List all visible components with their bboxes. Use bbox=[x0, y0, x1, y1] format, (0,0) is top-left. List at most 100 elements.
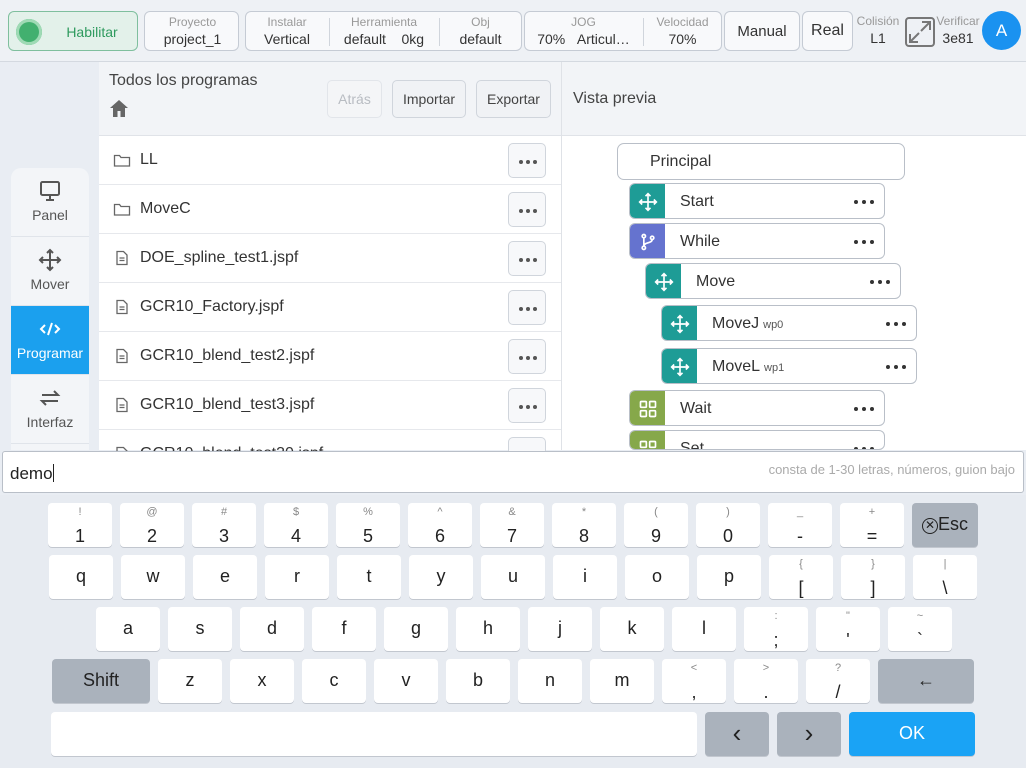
key-4[interactable]: $4 bbox=[264, 503, 328, 547]
key-v[interactable]: v bbox=[374, 659, 438, 703]
key-y[interactable]: y bbox=[409, 555, 473, 599]
key-=[interactable]: + = bbox=[840, 503, 904, 547]
verify-code[interactable]: Verificar 3e81 bbox=[932, 14, 984, 47]
sidebar-item-move[interactable]: Mover bbox=[11, 237, 89, 306]
more-options-button[interactable] bbox=[508, 339, 546, 374]
program-node[interactable]: MoveL wp1 bbox=[661, 348, 917, 384]
file-row[interactable]: GCR10_Factory.jspf bbox=[99, 283, 561, 332]
program-node[interactable]: Start bbox=[629, 183, 885, 219]
key-r[interactable]: r bbox=[265, 555, 329, 599]
sidebar-item-panel[interactable]: Panel bbox=[11, 168, 89, 237]
key-d[interactable]: d bbox=[240, 607, 304, 651]
key-\[interactable]: | \ bbox=[913, 555, 977, 599]
collision-level[interactable]: Colisión L1 bbox=[852, 14, 904, 47]
key-;[interactable]: :; bbox=[744, 607, 808, 651]
more-options-button[interactable] bbox=[508, 388, 546, 423]
program-node[interactable]: Move bbox=[645, 263, 901, 299]
key-b[interactable]: b bbox=[446, 659, 510, 703]
key-c[interactable]: c bbox=[302, 659, 366, 703]
more-icon[interactable] bbox=[854, 447, 874, 449]
key-e[interactable]: e bbox=[193, 555, 257, 599]
key-`[interactable]: ~ ` bbox=[888, 607, 952, 651]
key-f[interactable]: f bbox=[312, 607, 376, 651]
more-options-button[interactable] bbox=[508, 290, 546, 325]
key-u[interactable]: u bbox=[481, 555, 545, 599]
import-button[interactable]: Importar bbox=[392, 80, 466, 118]
ok-button[interactable]: OK bbox=[849, 712, 975, 756]
name-input[interactable]: demo consta de 1-30 letras, números, gui… bbox=[2, 451, 1024, 493]
file-row[interactable]: GCR10_blend_test2.jspf bbox=[99, 332, 561, 381]
real-mode-button[interactable]: Real bbox=[802, 11, 853, 51]
key-o[interactable]: o bbox=[625, 555, 689, 599]
key-h[interactable]: h bbox=[456, 607, 520, 651]
key-z[interactable]: z bbox=[158, 659, 222, 703]
key-g[interactable]: g bbox=[384, 607, 448, 651]
key-q[interactable]: q bbox=[49, 555, 113, 599]
key-x[interactable]: x bbox=[230, 659, 294, 703]
shift-key[interactable]: Shift bbox=[52, 659, 150, 703]
key-7[interactable]: & 7 bbox=[480, 503, 544, 547]
key-6[interactable]: ^ 6 bbox=[408, 503, 472, 547]
back-button[interactable]: Atrás bbox=[327, 80, 382, 118]
key-i[interactable]: i bbox=[553, 555, 617, 599]
more-icon[interactable] bbox=[886, 322, 906, 326]
key-/[interactable]: ? / bbox=[806, 659, 870, 703]
esc-key[interactable]: ✕ Esc bbox=[912, 503, 978, 547]
more-icon[interactable] bbox=[854, 200, 874, 204]
program-node[interactable]: While bbox=[629, 223, 885, 259]
key-'[interactable]: " ' bbox=[816, 607, 880, 651]
backspace-key[interactable]: ← bbox=[878, 659, 974, 703]
key-char: v bbox=[401, 670, 411, 690]
more-icon[interactable] bbox=[870, 280, 890, 284]
key-k[interactable]: k bbox=[600, 607, 664, 651]
install-tool-obj-group[interactable]: Instalar Vertical Herramienta default 0k… bbox=[245, 11, 522, 51]
jog-velocity-group[interactable]: JOG 70% Articul… Velocidad 70% bbox=[524, 11, 722, 51]
key-l[interactable]: l bbox=[672, 607, 736, 651]
key-w[interactable]: w bbox=[121, 555, 185, 599]
more-options-button[interactable] bbox=[508, 143, 546, 178]
key-j[interactable]: j bbox=[528, 607, 592, 651]
key-][interactable]: }] bbox=[841, 555, 905, 599]
more-icon[interactable] bbox=[854, 240, 874, 244]
key-2[interactable]: @2 bbox=[120, 503, 184, 547]
file-row[interactable]: MoveC bbox=[99, 185, 561, 234]
program-root-node[interactable]: Principal bbox=[617, 143, 905, 180]
program-node[interactable]: Set bbox=[629, 430, 885, 450]
space-bar[interactable] bbox=[51, 712, 697, 756]
key-1[interactable]: ! 1 bbox=[48, 503, 112, 547]
project-selector[interactable]: Proyecto project_1 bbox=[144, 11, 239, 51]
key-5[interactable]: % 5 bbox=[336, 503, 400, 547]
program-node[interactable]: Wait bbox=[629, 390, 885, 426]
key-9[interactable]: (9 bbox=[624, 503, 688, 547]
more-icon[interactable] bbox=[854, 407, 874, 411]
key-,[interactable]: <, bbox=[662, 659, 726, 703]
key-a[interactable]: a bbox=[96, 607, 160, 651]
key-t[interactable]: t bbox=[337, 555, 401, 599]
key-3[interactable]: #3 bbox=[192, 503, 256, 547]
enable-button[interactable]: Habilitar bbox=[8, 11, 138, 51]
key-m[interactable]: m bbox=[590, 659, 654, 703]
manual-mode-button[interactable]: Manual bbox=[724, 11, 800, 51]
cursor-left-key[interactable]: ‹ bbox=[705, 712, 769, 756]
cursor-right-key[interactable]: › bbox=[777, 712, 841, 756]
home-icon[interactable] bbox=[109, 99, 129, 119]
file-row[interactable]: LL bbox=[99, 136, 561, 185]
key-s[interactable]: s bbox=[168, 607, 232, 651]
key--[interactable]: _ - bbox=[768, 503, 832, 547]
key-8[interactable]: * 8 bbox=[552, 503, 616, 547]
file-row[interactable]: GCR10_blend_test3.jspf bbox=[99, 381, 561, 430]
export-button[interactable]: Exportar bbox=[476, 80, 551, 118]
key-[[interactable]: {[ bbox=[769, 555, 833, 599]
sidebar-item-interface[interactable]: Interfaz bbox=[11, 375, 89, 444]
key-n[interactable]: n bbox=[518, 659, 582, 703]
sidebar-item-program[interactable]: Programar bbox=[11, 306, 89, 375]
key-p[interactable]: p bbox=[697, 555, 761, 599]
program-node[interactable]: MoveJ wp0 bbox=[661, 305, 917, 341]
file-row[interactable]: DOE_spline_test1.jspf bbox=[99, 234, 561, 283]
more-options-button[interactable] bbox=[508, 241, 546, 276]
more-options-button[interactable] bbox=[508, 192, 546, 227]
key-0[interactable]: ) 0 bbox=[696, 503, 760, 547]
avatar[interactable]: A bbox=[982, 11, 1021, 50]
more-icon[interactable] bbox=[886, 365, 906, 369]
key-.[interactable]: >. bbox=[734, 659, 798, 703]
